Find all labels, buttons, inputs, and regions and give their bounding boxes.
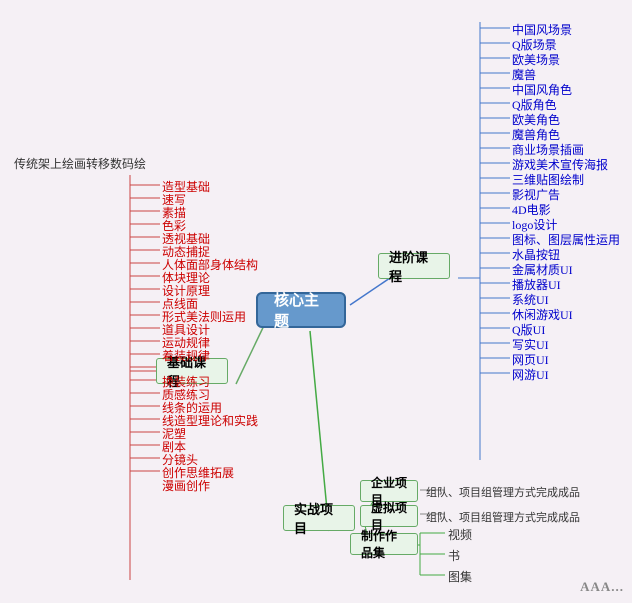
portfolio-item-2: 书 — [448, 547, 460, 564]
core-node: 核心主题 — [256, 292, 346, 328]
portfolio-item-3: 图集 — [448, 568, 472, 585]
sub-virtual: 虚拟项目 — [360, 505, 418, 527]
core-label: 核心主题 — [274, 289, 328, 331]
sub-portfolio: 制作作品集 — [350, 533, 418, 555]
enterprise-desc: 组队、项目组管理方式完成成品 — [426, 484, 580, 500]
advanced-label: 进阶课程 — [389, 247, 439, 285]
portfolio-item-1: 视频 — [448, 526, 472, 543]
practice-label: 实战项目 — [294, 499, 344, 537]
watermark: AAA... — [580, 579, 624, 595]
adv-item-24: 网游UI — [512, 366, 549, 383]
left-top-label: 传统架上绘画转移数码绘 — [14, 155, 146, 172]
branch-practice: 实战项目 — [283, 505, 355, 531]
basic-item-23: 漫画创作 — [162, 477, 210, 494]
branch-advanced: 进阶课程 — [378, 253, 450, 279]
virtual-desc: 组队、项目组管理方式完成成品 — [426, 509, 580, 525]
mind-map-canvas: 核心主题 基础课程 进阶课程 实战项目 传统架上绘画转移数码绘 造型基础 速写 … — [0, 0, 632, 603]
basic-item-14: 着装规律 — [162, 347, 210, 364]
